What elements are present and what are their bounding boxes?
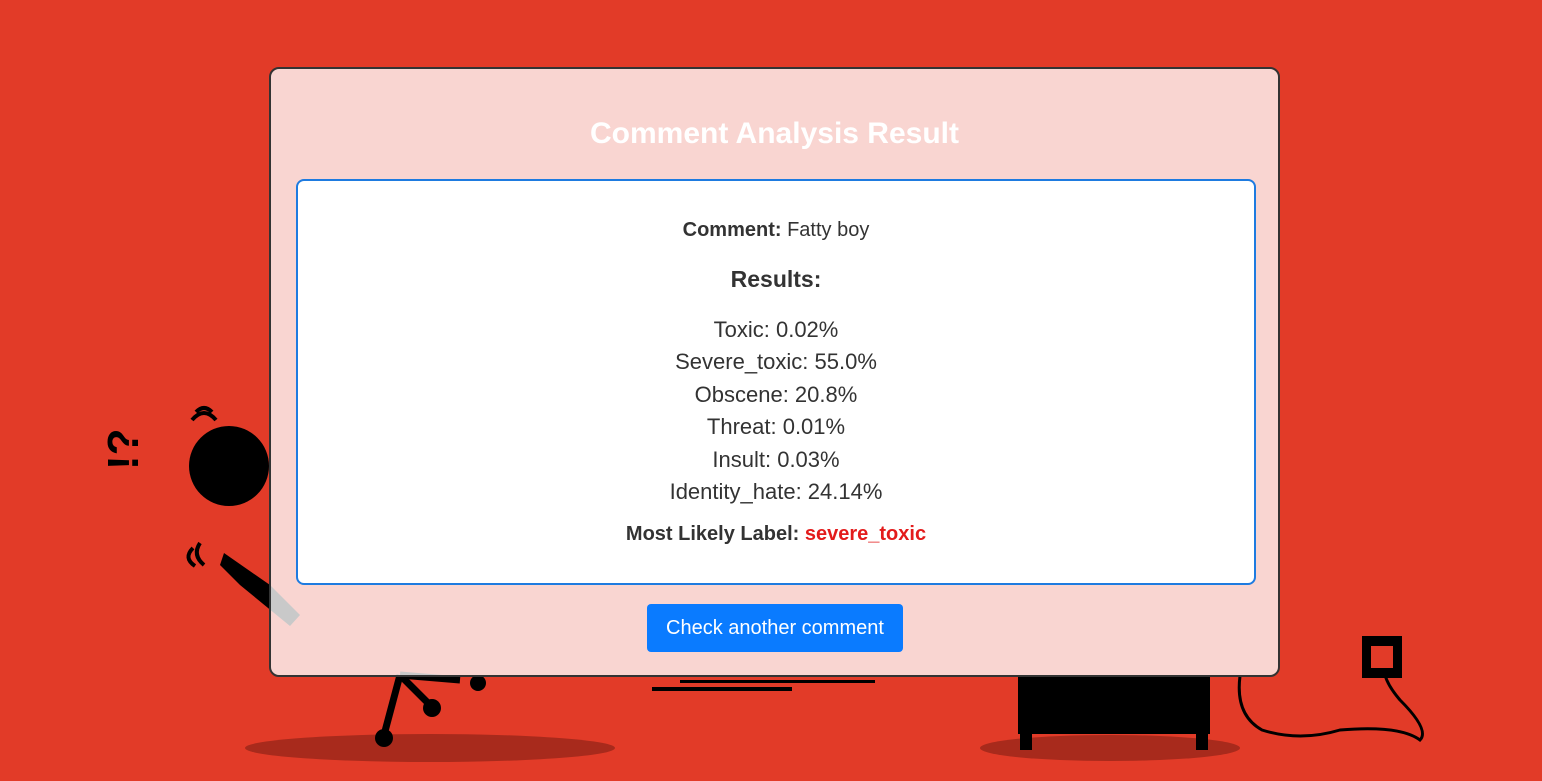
power-cord-icon <box>1237 674 1424 742</box>
result-item-obscene: Obscene: 20.8% <box>694 381 858 407</box>
cabinet-leg-icon <box>1196 730 1208 750</box>
most-likely-label-line: Most Likely Label: severe_toxic <box>298 523 1254 546</box>
cabinet-leg-icon <box>1020 730 1032 750</box>
wall-socket-inner <box>1371 646 1393 668</box>
motion-marks-icon <box>190 406 218 422</box>
most-likely-label: Most Likely Label: <box>625 523 800 545</box>
exclamation-question-icon: !? <box>99 428 148 470</box>
results-heading: Results: <box>730 266 822 292</box>
result-item-toxic: Toxic: 0.02% <box>713 317 839 342</box>
figure-head-icon <box>189 426 269 506</box>
analysis-result-card: Comment Analysis Result Comment: Fatty b… <box>269 67 1280 677</box>
cabinet-icon <box>1018 676 1210 734</box>
chair-wheel-icon <box>375 729 393 747</box>
check-another-comment-button[interactable]: Check another comment <box>647 604 903 652</box>
chair-wheel-icon <box>470 675 486 691</box>
chair-wheel-icon <box>423 699 441 717</box>
office-chair-icon <box>380 671 461 736</box>
result-item-insult: Insult: 0.03% <box>712 446 840 472</box>
floor-line <box>680 680 875 683</box>
comment-label: Comment: <box>682 219 782 241</box>
result-box: Comment: Fatty boy Results: Toxic: 0.02%… <box>296 179 1256 585</box>
result-item-severe-toxic: Severe_toxic: 55.0% <box>675 349 877 375</box>
result-item-threat: Threat: 0.01% <box>706 414 846 440</box>
result-item-identity-hate: Identity_hate: 24.14% <box>669 479 883 505</box>
most-likely-value: severe_toxic <box>804 523 927 545</box>
results-list: Toxic: 0.02% Severe_toxic: 55.0% Obscene… <box>298 314 1254 508</box>
comment-text: Fatty boy <box>787 219 870 241</box>
floor-line <box>652 687 792 691</box>
floor-shadow-left <box>245 734 615 762</box>
motion-marks-lower-icon <box>186 541 206 568</box>
comment-line: Comment: Fatty boy <box>298 219 1254 242</box>
page-title: Comment Analysis Result <box>590 117 959 150</box>
